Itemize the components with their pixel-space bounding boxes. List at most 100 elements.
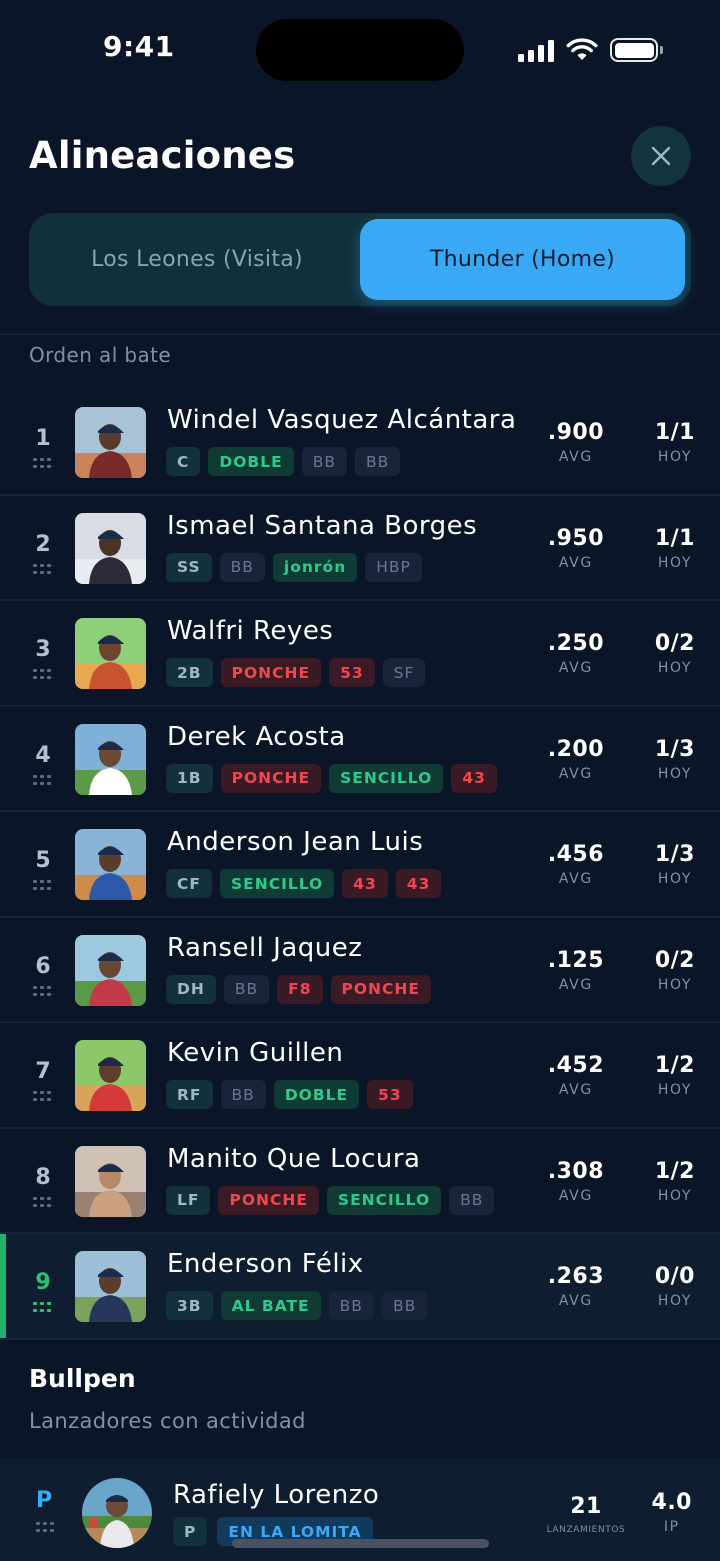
- home-indicator[interactable]: [232, 1539, 489, 1548]
- today-label: HOY: [657, 554, 692, 571]
- player-photo: [75, 407, 146, 478]
- drag-handle-icon[interactable]: [33, 880, 51, 890]
- drag-handle-icon[interactable]: [33, 985, 51, 996]
- at-bat-result-chip: BB: [219, 552, 265, 582]
- at-bat-result-chip: PONCHE: [218, 1185, 319, 1215]
- position-chip: 2B: [166, 658, 213, 687]
- pitcher-name: Rafiely Lorenzo: [173, 1480, 380, 1510]
- today-label: HOY: [657, 449, 692, 465]
- drag-handle-icon[interactable]: [33, 1302, 51, 1312]
- player-photo: [75, 618, 146, 689]
- lineup-row-3[interactable]: 3 Walfri Reyes 2B PONCHE 53 SF .250 AVG 0/2…: [0, 601, 720, 707]
- close-button[interactable]: [631, 126, 691, 186]
- player-photo: [75, 1040, 146, 1111]
- pitch-count-label: LANZAMIENTOS: [546, 1525, 626, 1535]
- at-bat-results: 1B PONCHE SENCILLO 43: [166, 763, 497, 793]
- at-bat-result-chip: BB: [223, 974, 270, 1004]
- team-segmented-control: Los Leones (Visita) Thunder (Home): [29, 213, 691, 306]
- drag-handle-icon[interactable]: [33, 669, 51, 679]
- lineup-row-9[interactable]: 9 Enderson Félix 3B AL BATE BB BB .263 AVG …: [0, 1234, 720, 1340]
- today-label: HOY: [657, 871, 692, 887]
- position-chip: LF: [166, 1185, 211, 1215]
- position-chip: DH: [166, 974, 216, 1004]
- at-bat-result-chip: 43: [451, 763, 497, 793]
- drag-handle-icon[interactable]: [36, 1522, 54, 1532]
- batting-order-label: Orden al bate: [29, 343, 172, 367]
- lineup-row-8[interactable]: 8 Manito Que Locura LF PONCHE SENCILLO BB .…: [0, 1129, 720, 1234]
- at-bat-result-chip: F8: [277, 974, 323, 1004]
- player-name: Enderson Félix: [167, 1249, 364, 1279]
- at-bat-results: 2B PONCHE 53 SF: [166, 658, 426, 687]
- at-bat-result-chip: 43: [395, 869, 442, 898]
- player-name: Ismael Santana Borges: [167, 510, 478, 541]
- drag-handle-icon[interactable]: [33, 774, 51, 785]
- player-name: Manito Que Locura: [167, 1143, 421, 1174]
- batting-order-number: 7: [35, 1059, 51, 1084]
- avg-value: .900: [547, 420, 604, 445]
- avg-value: .250: [547, 631, 604, 656]
- drag-handle-icon[interactable]: [33, 1091, 51, 1101]
- tab-home-team[interactable]: Thunder (Home): [360, 219, 685, 300]
- at-bat-result-chip: BB: [355, 447, 401, 476]
- today-label: HOY: [657, 976, 692, 993]
- avg-value: .125: [547, 947, 604, 973]
- drag-handle-icon[interactable]: [33, 458, 51, 468]
- player-name: Ransell Jaquez: [167, 932, 363, 963]
- lineup-row-6[interactable]: 6 Ransell Jaquez DH BB F8 PONCHE .125 AVG 0…: [0, 918, 720, 1023]
- pitcher-position-chip: P: [173, 1517, 208, 1546]
- drag-handle-icon[interactable]: [33, 1196, 51, 1207]
- at-bat-result-chip: AL BATE: [220, 1291, 321, 1320]
- position-chip: RF: [166, 1080, 213, 1109]
- player-photo: [75, 1251, 146, 1322]
- pitch-count-value: 21: [570, 1494, 602, 1519]
- at-bat-results: 3B AL BATE BB BB: [166, 1291, 428, 1320]
- player-name: Windel Vasquez Alcántara: [167, 405, 517, 435]
- battery-icon: [610, 38, 663, 62]
- player-name: Derek Acosta: [167, 721, 346, 752]
- status-bar: 9:41: [0, 0, 720, 100]
- today-value: 1/3: [654, 842, 695, 867]
- tab-away-team[interactable]: Los Leones (Visita): [35, 219, 359, 300]
- at-bat-result-chip: PONCHE: [220, 763, 322, 793]
- drag-handle-icon[interactable]: [33, 563, 51, 574]
- avg-label: AVG: [558, 871, 593, 887]
- player-name: Anderson Jean Luis: [167, 827, 424, 857]
- lineup-row-7[interactable]: 7 Kevin Guillen RF BB DOBLE 53 .452 AVG 1/2…: [0, 1023, 720, 1129]
- avg-label: AVG: [558, 1187, 593, 1204]
- lineup-row-4[interactable]: 4 Derek Acosta 1B PONCHE SENCILLO 43 .200 A…: [0, 707, 720, 812]
- at-bat-results: SS BB jonrón HBP: [166, 552, 422, 582]
- avg-label: AVG: [558, 449, 593, 465]
- player-avg: .950 AVG: [548, 526, 604, 571]
- player-avg: .200 AVG: [548, 737, 604, 782]
- status-time: 9:41: [103, 30, 175, 63]
- player-avg: .263 AVG: [548, 1264, 604, 1309]
- player-photo: [75, 1145, 146, 1217]
- at-bat-result-chip: jonrón: [272, 552, 358, 582]
- batting-order-list: 1 Windel Vasquez Alcántara C DOBLE BB BB .9…: [0, 390, 720, 1340]
- today-label: HOY: [657, 765, 692, 782]
- at-bat-result-chip: PONCHE: [220, 658, 322, 687]
- at-bat-result-chip: 53: [329, 658, 375, 687]
- batting-order-number: 1: [35, 426, 51, 451]
- position-chip: 3B: [166, 1291, 213, 1320]
- player-photo: [75, 723, 146, 795]
- today-value: 1/1: [654, 525, 695, 551]
- position-chip: SS: [166, 552, 212, 582]
- batting-order-number: 6: [35, 953, 51, 979]
- at-bat-result-chip: SENCILLO: [329, 763, 444, 793]
- player-avg: .456 AVG: [548, 842, 604, 887]
- at-bat-result-chip: PONCHE: [330, 974, 431, 1004]
- today-label: HOY: [657, 1293, 692, 1309]
- status-icons: [518, 36, 663, 62]
- player-avg: .250 AVG: [548, 631, 604, 676]
- player-today: 1/3 HOY: [655, 737, 695, 782]
- at-bat-results: DH BB F8 PONCHE: [166, 974, 431, 1004]
- player-avg: .452 AVG: [548, 1053, 604, 1098]
- lineup-row-5[interactable]: 5 Anderson Jean Luis CF SENCILLO 43 43 .456…: [0, 812, 720, 918]
- player-today: 1/1 HOY: [655, 526, 695, 571]
- today-value: 1/2: [654, 1053, 695, 1078]
- lineup-row-1[interactable]: 1 Windel Vasquez Alcántara C DOBLE BB BB .9…: [0, 390, 720, 496]
- at-bat-result-chip: BB: [381, 1291, 428, 1320]
- batting-order-number: 8: [35, 1164, 51, 1190]
- lineup-row-2[interactable]: 2 Ismael Santana Borges SS BB jonrón HBP .9…: [0, 496, 720, 601]
